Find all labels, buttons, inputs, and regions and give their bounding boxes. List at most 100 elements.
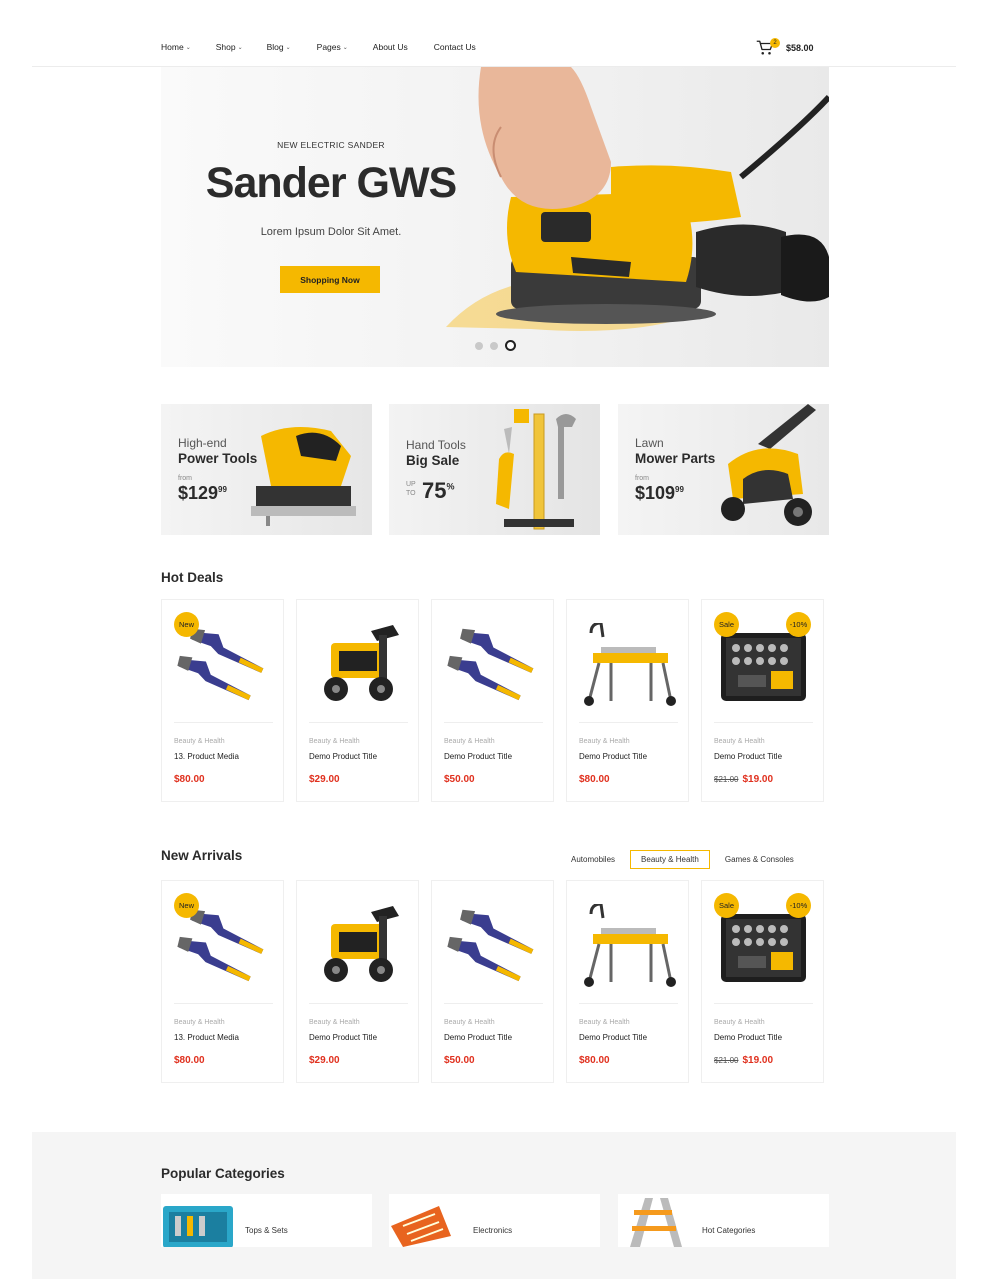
product-title[interactable]: 13. Product Media [174, 752, 239, 761]
nav-home[interactable]: Home ⌄ [161, 42, 191, 52]
product-category[interactable]: Beauty & Health [579, 1019, 630, 1026]
product-title[interactable]: Demo Product Title [309, 1033, 377, 1042]
shopping-now-button[interactable]: Shopping Now [280, 266, 380, 293]
nav-contact[interactable]: Contact Us [434, 42, 476, 52]
product-current-price: $19.00 [742, 774, 774, 785]
banner-power-tools[interactable]: High-end Power Tools from $12999 [161, 404, 372, 535]
product-title[interactable]: Demo Product Title [579, 752, 647, 761]
product-price: $50.00 [444, 1055, 475, 1066]
chevron-down-icon: ⌄ [185, 44, 191, 51]
pliers-icon[interactable] [444, 891, 543, 1001]
product-title[interactable]: 13. Product Media [174, 1033, 239, 1042]
category-hot-categories[interactable]: Hot Categories [618, 1194, 829, 1247]
pressure-washer-icon[interactable] [309, 891, 408, 1001]
banner-line1: Lawn [635, 436, 664, 450]
nav-pages[interactable]: Pages ⌄ [317, 42, 348, 52]
product-category[interactable]: Beauty & Health [579, 738, 630, 745]
banner-price: $10999 [635, 483, 684, 504]
slider-dot-1[interactable] [475, 341, 483, 350]
category-label: Tops & Sets [245, 1226, 288, 1235]
product-card[interactable]: New Beauty & Health 13. Product Media $80.0… [161, 599, 284, 802]
product-category[interactable]: Beauty & Health [714, 1019, 765, 1026]
tab-beauty-health[interactable]: Beauty & Health [630, 850, 710, 869]
card-divider [579, 1003, 678, 1004]
product-category[interactable]: Beauty & Health [309, 1019, 360, 1026]
product-price: $29.00 [309, 774, 340, 785]
product-category[interactable]: Beauty & Health [309, 738, 360, 745]
product-title[interactable]: Demo Product Title [714, 752, 782, 761]
product-category[interactable]: Beauty & Health [174, 1019, 225, 1026]
product-card[interactable]: Sale -10% Beauty & Health Demo Product Titl… [701, 880, 824, 1083]
product-price: $80.00 [579, 1055, 610, 1066]
product-title[interactable]: Demo Product Title [444, 752, 512, 761]
slider-dot-2[interactable] [490, 341, 498, 350]
category-tops-sets[interactable]: Tops & Sets [161, 1194, 372, 1247]
product-card[interactable]: New Beauty & Health 13. Product Media $80.0… [161, 880, 284, 1083]
product-badge: Sale [714, 612, 739, 637]
card-divider [714, 1003, 813, 1004]
product-card[interactable]: Beauty & Health Demo Product Title $80.00 [566, 880, 689, 1083]
product-category[interactable]: Beauty & Health [444, 738, 495, 745]
chevron-down-icon: ⌄ [342, 44, 348, 51]
nav-shop[interactable]: Shop ⌄ [216, 42, 243, 52]
product-price: $80.00 [174, 774, 205, 785]
product-card[interactable]: Beauty & Health Demo Product Title $29.00 [296, 599, 419, 802]
product-price: $50.00 [444, 774, 475, 785]
card-divider [309, 722, 408, 723]
product-current-price: $80.00 [174, 774, 205, 785]
banner-discount: 75% [422, 478, 455, 504]
category-electronics[interactable]: Electronics [389, 1194, 600, 1247]
product-badge: New [174, 893, 199, 918]
banner-up: UP [406, 481, 416, 488]
product-category[interactable]: Beauty & Health [174, 738, 225, 745]
tab-automobiles[interactable]: Automobiles [560, 850, 626, 869]
nav-contact-label: Contact Us [433, 42, 476, 52]
banner-to: TO [406, 490, 416, 497]
banner-hand-tools[interactable]: Hand Tools Big Sale UP TO 75% [389, 404, 600, 535]
banner-line2: Mower Parts [635, 451, 716, 466]
hot-deals-grid: New Beauty & Health 13. Product Media $80.0… [161, 599, 829, 802]
popular-categories-title: Popular Categories [161, 1166, 285, 1181]
product-title[interactable]: Demo Product Title [714, 1033, 782, 1042]
slider-dot-3[interactable] [505, 340, 516, 351]
work-stand-icon[interactable] [579, 891, 678, 1001]
product-price: $21.00 $19.00 [714, 1055, 773, 1066]
product-card[interactable]: Sale -10% Beauty & Health Demo Product Titl… [701, 599, 824, 802]
product-badge: New [174, 612, 199, 637]
nav-about[interactable]: About Us [373, 42, 408, 52]
site-header: Home ⌄ Shop ⌄ Blog ⌄ Pages ⌄ About Us Contac… [0, 0, 988, 67]
pressure-washer-icon[interactable] [309, 610, 408, 720]
product-title[interactable]: Demo Product Title [579, 1033, 647, 1042]
banner-mower-parts[interactable]: Lawn Mower Parts from $10999 [618, 404, 829, 535]
nav-blog[interactable]: Blog ⌄ [267, 42, 291, 52]
hero-subtitle: Lorem Ipsum Dolor Sit Amet. [260, 226, 402, 238]
new-arrivals-title: New Arrivals [161, 848, 243, 863]
product-card[interactable]: Beauty & Health Demo Product Title $29.00 [296, 880, 419, 1083]
product-title[interactable]: Demo Product Title [309, 752, 377, 761]
pliers-icon[interactable] [444, 610, 543, 720]
product-category[interactable]: Beauty & Health [444, 1019, 495, 1026]
electric-sander-image [446, 67, 829, 331]
work-stand-icon[interactable] [579, 610, 678, 720]
chevron-down-icon: ⌄ [285, 44, 291, 51]
product-price: $29.00 [309, 1055, 340, 1066]
tool-case-icon [163, 1206, 233, 1247]
product-card[interactable]: Beauty & Health Demo Product Title $80.00 [566, 599, 689, 802]
product-price: $21.00 $19.00 [714, 774, 773, 785]
cart-button[interactable]: 2 $58.00 [756, 38, 814, 57]
discount-badge: -10% [786, 893, 811, 918]
product-card[interactable]: Beauty & Health Demo Product Title $50.00 [431, 880, 554, 1083]
nav-shop-label: Shop [215, 42, 236, 52]
card-divider [444, 722, 543, 723]
nav-about-label: About Us [372, 42, 408, 52]
banner-price-dollars: $109 [635, 483, 676, 503]
nav-blog-label: Blog [266, 42, 284, 52]
hero-kicker: NEW ELECTRIC SANDER [277, 140, 385, 150]
new-arrivals-grid: New Beauty & Health 13. Product Media $80.0… [161, 880, 829, 1083]
product-category[interactable]: Beauty & Health [714, 738, 765, 745]
tab-games-consoles[interactable]: Games & Consoles [714, 850, 805, 869]
product-title[interactable]: Demo Product Title [444, 1033, 512, 1042]
nav-pages-label: Pages [316, 42, 341, 52]
discount-badge: -10% [786, 612, 811, 637]
product-card[interactable]: Beauty & Health Demo Product Title $50.00 [431, 599, 554, 802]
